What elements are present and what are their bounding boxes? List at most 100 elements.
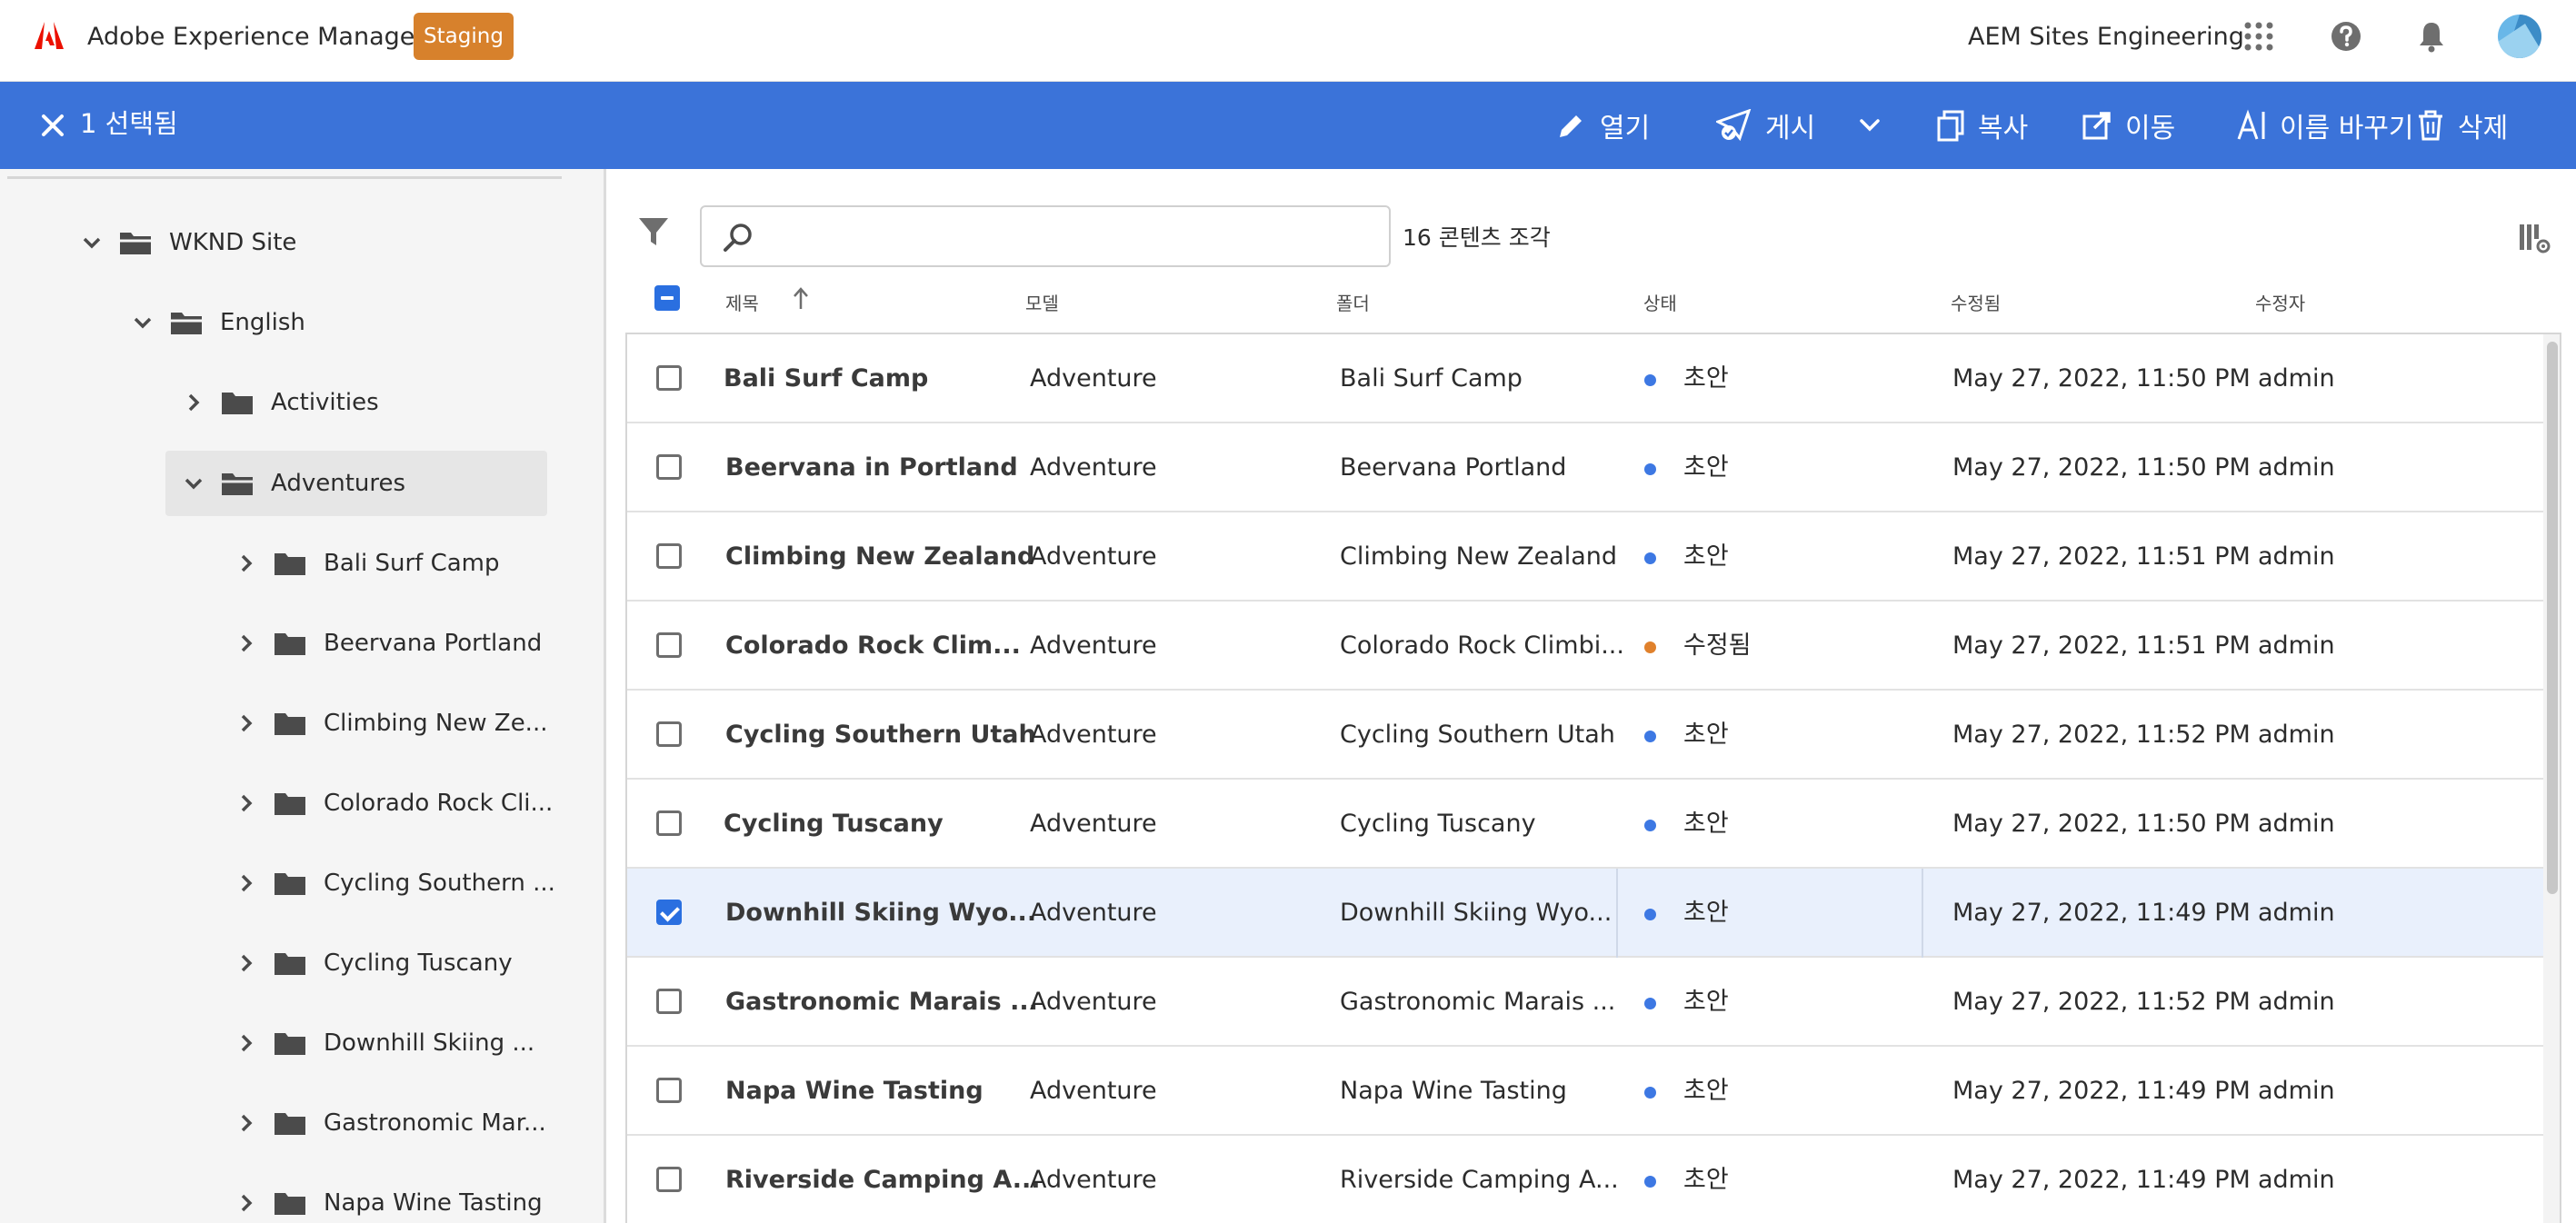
row-checkbox[interactable]	[656, 454, 682, 480]
rename-button[interactable]: 이름 바꾸기	[2236, 104, 2414, 147]
chevron-down-icon[interactable]	[1858, 116, 1882, 134]
tree-node-cycling-tuscany[interactable]: Cycling Tuscany	[235, 930, 513, 996]
row-title[interactable]: Downhill Skiing Wyo...	[725, 898, 1036, 929]
table-row-selected[interactable]: Downhill Skiing Wyo... Adventure Downhil…	[627, 869, 2543, 958]
app-name[interactable]: Adobe Experience Manager	[87, 22, 425, 53]
row-title[interactable]: Napa Wine Tasting	[725, 1076, 983, 1107]
column-header-folder[interactable]: 폴더	[1336, 289, 1370, 315]
tree-node-adventures[interactable]: Adventures	[165, 451, 547, 516]
open-button[interactable]: 열기	[1556, 104, 1650, 147]
select-all-checkbox[interactable]	[654, 285, 680, 311]
row-title[interactable]: Colorado Rock Clim...	[725, 631, 1021, 661]
column-header-modified[interactable]: 수정됨	[1951, 289, 2001, 315]
column-header-model[interactable]: 모델	[1025, 289, 1059, 315]
tree-node-label: Beervana Portland	[324, 630, 543, 657]
row-status: 초안	[1683, 542, 1729, 571]
scrollbar-thumb[interactable]	[2547, 342, 2558, 894]
row-modified: May 27, 2022, 11:52 PM	[1952, 988, 2251, 1016]
row-title[interactable]: Bali Surf Camp	[724, 363, 928, 394]
chevron-down-icon[interactable]	[80, 231, 104, 254]
row-folder: Beervana Portland	[1340, 453, 1567, 482]
column-header-status[interactable]: 상태	[1643, 289, 1677, 315]
content-fragment-table: Bali Surf Camp Adventure Bali Surf Camp …	[625, 333, 2561, 1223]
help-icon[interactable]	[2328, 18, 2364, 55]
table-row[interactable]: Cycling Tuscany Adventure Cycling Tuscan…	[627, 780, 2543, 869]
tree-node-english[interactable]: English	[131, 290, 305, 355]
adobe-logo-icon[interactable]	[35, 22, 64, 49]
delete-button[interactable]: 삭제	[2416, 104, 2508, 147]
selection-count: 1 선택됨	[80, 108, 178, 139]
row-status: 초안	[1683, 453, 1729, 482]
chevron-right-icon[interactable]	[235, 951, 258, 975]
table-row[interactable]: Gastronomic Marais ... Adventure Gastron…	[627, 958, 2543, 1047]
tree-node-climbing-new-zealand[interactable]: Climbing New Ze...	[235, 691, 547, 756]
table-row[interactable]: Cycling Southern Utah Adventure Cycling …	[627, 691, 2543, 780]
tree-node-downhill-skiing[interactable]: Downhill Skiing ...	[235, 1010, 534, 1076]
chevron-right-icon[interactable]	[235, 711, 258, 735]
chevron-right-icon[interactable]	[235, 1031, 258, 1055]
table-row[interactable]: Climbing New Zealand Adventure Climbing …	[627, 512, 2543, 602]
tree-node-cycling-southern-utah[interactable]: Cycling Southern ...	[235, 850, 555, 916]
app-grid-icon[interactable]	[2241, 18, 2277, 55]
chevron-down-icon[interactable]	[131, 311, 155, 334]
row-title[interactable]: Cycling Southern Utah	[725, 720, 1036, 751]
search-field[interactable]	[700, 205, 1391, 267]
table-scrollbar[interactable]	[2543, 334, 2560, 1223]
table-row[interactable]: Colorado Rock Clim... Adventure Colorado…	[627, 602, 2543, 691]
row-checkbox[interactable]	[656, 365, 682, 391]
chevron-right-icon[interactable]	[235, 552, 258, 575]
move-icon	[2082, 112, 2111, 140]
row-checkbox[interactable]	[656, 543, 682, 569]
close-selection-icon[interactable]	[38, 109, 67, 142]
chevron-right-icon[interactable]	[235, 631, 258, 655]
row-modified: May 27, 2022, 11:51 PM	[1952, 631, 2251, 660]
tree-node-bali-surf-camp[interactable]: Bali Surf Camp	[235, 531, 500, 596]
row-checkbox[interactable]	[656, 989, 682, 1014]
row-checkbox[interactable]	[656, 1167, 682, 1192]
status-dot	[1644, 998, 1656, 1009]
org-switcher[interactable]: AEM Sites Engineering	[1968, 22, 2244, 53]
chevron-down-icon[interactable]	[182, 472, 205, 495]
row-title[interactable]: Cycling Tuscany	[724, 809, 944, 840]
row-checkbox[interactable]	[656, 632, 682, 658]
publish-button[interactable]: 게시	[1716, 104, 1815, 147]
move-button[interactable]: 이동	[2082, 104, 2175, 147]
view-settings-icon[interactable]	[2518, 222, 2551, 254]
row-checkbox[interactable]	[656, 721, 682, 747]
copy-button[interactable]: 복사	[1936, 104, 2028, 147]
sort-ascending-icon[interactable]	[791, 285, 811, 313]
folder-icon	[275, 953, 305, 975]
table-row[interactable]: Riverside Camping A... Adventure Riversi…	[627, 1136, 2543, 1223]
chevron-right-icon[interactable]	[182, 391, 205, 414]
row-title[interactable]: Riverside Camping A...	[725, 1165, 1041, 1196]
tree-node-activities[interactable]: Activities	[182, 370, 379, 435]
shell-header: Adobe Experience Manager Staging AEM Sit…	[0, 0, 2576, 82]
row-title[interactable]: Beervana in Portland	[725, 452, 1018, 483]
tree-node-beervana-portland[interactable]: Beervana Portland	[235, 611, 542, 676]
tree-node-colorado-rock-climbing[interactable]: Colorado Rock Cli...	[235, 771, 553, 836]
table-row[interactable]: Napa Wine Tasting Adventure Napa Wine Ta…	[627, 1047, 2543, 1136]
row-checkbox[interactable]	[656, 810, 682, 836]
tree-node-label: Napa Wine Tasting	[324, 1189, 543, 1217]
filter-icon[interactable]	[636, 214, 671, 249]
chevron-right-icon[interactable]	[235, 871, 258, 895]
user-avatar[interactable]	[2498, 15, 2541, 58]
row-title[interactable]: Climbing New Zealand	[725, 542, 1034, 572]
tree-node-wknd-site[interactable]: WKND Site	[80, 210, 296, 275]
column-header-title[interactable]: 제목	[725, 289, 759, 315]
chevron-right-icon[interactable]	[235, 1111, 258, 1135]
table-row[interactable]: Bali Surf Camp Adventure Bali Surf Camp …	[627, 334, 2543, 423]
chevron-right-icon[interactable]	[235, 1191, 258, 1215]
tree-node-napa-wine-tasting[interactable]: Napa Wine Tasting	[235, 1170, 543, 1223]
table-row[interactable]: Beervana in Portland Adventure Beervana …	[627, 423, 2543, 512]
folder-icon	[275, 633, 305, 655]
notifications-bell-icon[interactable]	[2413, 18, 2450, 55]
tree-node-gastronomic-marais[interactable]: Gastronomic Mar...	[235, 1090, 546, 1156]
row-checkbox[interactable]	[656, 1078, 682, 1103]
row-folder: Cycling Tuscany	[1340, 810, 1536, 838]
row-modified-by: admin	[2258, 810, 2335, 838]
row-checkbox-checked[interactable]	[656, 900, 682, 925]
chevron-right-icon[interactable]	[235, 791, 258, 815]
row-title[interactable]: Gastronomic Marais ...	[725, 987, 1038, 1018]
column-header-modified-by[interactable]: 수정자	[2255, 289, 2305, 315]
